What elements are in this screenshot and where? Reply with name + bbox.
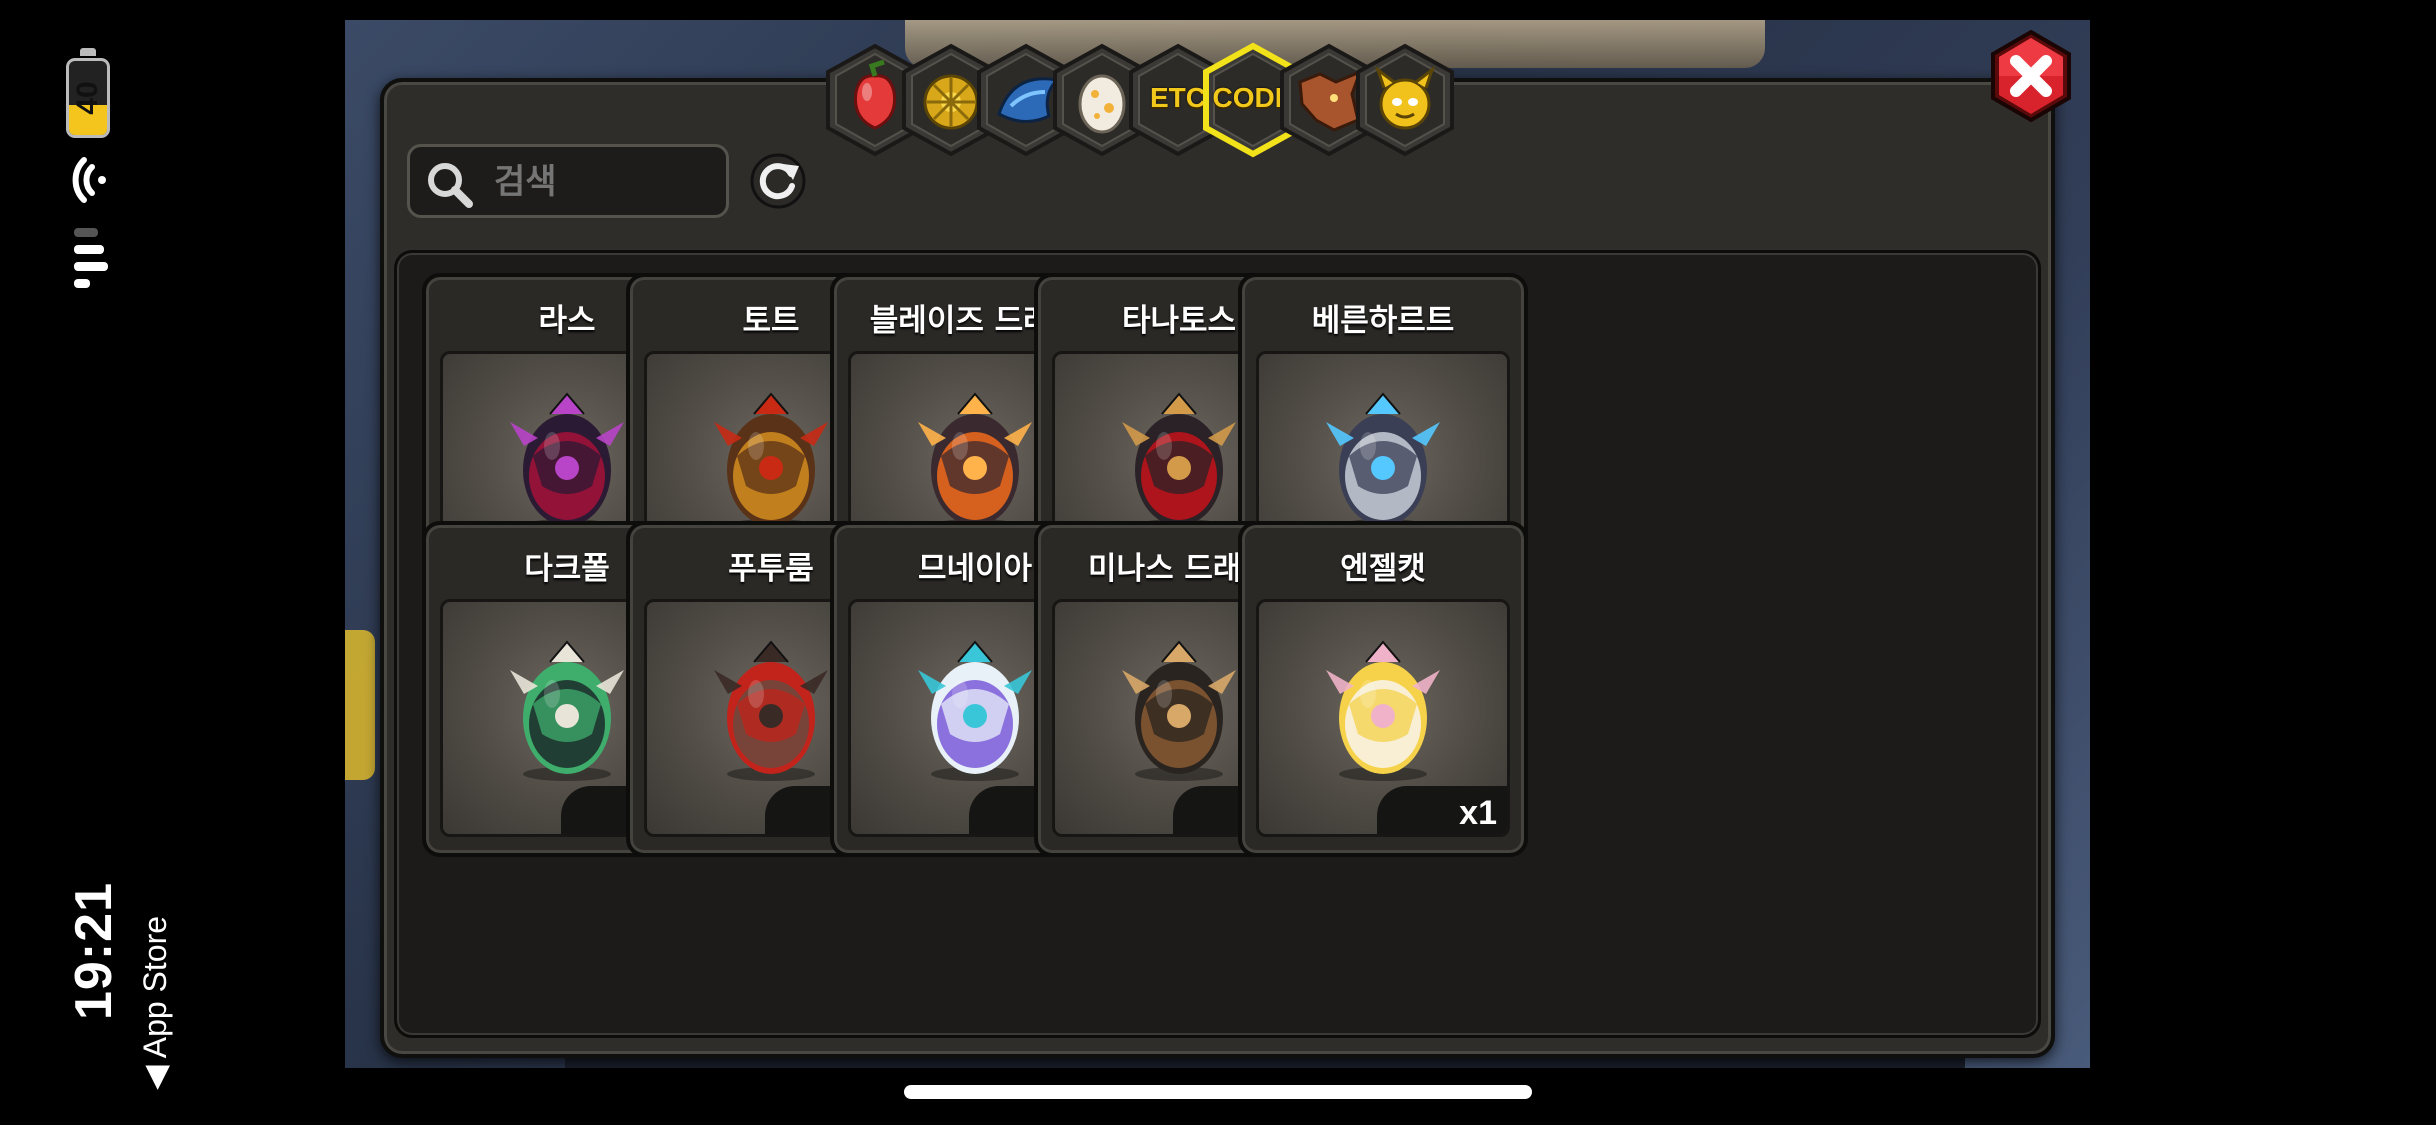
bernhardt-egg-icon — [1326, 392, 1440, 533]
home-indicator — [904, 1085, 1532, 1099]
darkfall-egg-icon — [510, 640, 624, 781]
status-time: 19:21 — [65, 882, 123, 1020]
blaze-dragon-egg-icon — [918, 392, 1032, 533]
item-name: 베른하르트 — [1311, 303, 1455, 339]
angelcat-egg-icon — [1326, 640, 1440, 781]
search-icon — [428, 163, 473, 208]
category-tab[interactable] — [1352, 42, 1458, 158]
item-count-badge: x1 — [1377, 786, 1507, 834]
search-box[interactable] — [407, 144, 729, 218]
horned-face-icon — [1375, 65, 1435, 130]
thanatos-egg-icon — [1122, 392, 1236, 533]
item-slot: x1 — [1256, 599, 1510, 837]
mneia-egg-icon — [918, 640, 1032, 781]
item-name: 엔젤캣 — [1340, 551, 1426, 587]
battery-percent: 40 — [71, 81, 104, 115]
back-to-app-store-link[interactable]: ◀ App Store — [136, 916, 174, 1090]
status-bar: 40 19:21 ◀ App Store — [0, 0, 180, 1125]
futurum-egg-icon — [714, 640, 828, 781]
minas-dragon-egg-icon — [1122, 640, 1236, 781]
item-grid: 라스x2토트x3블레이즈 드래곤x1타나토스x2베른하르트x1다크폴x2푸투룸x… — [394, 250, 2041, 1038]
battery-tip — [80, 48, 96, 56]
refresh-icon[interactable] — [747, 150, 809, 212]
ras-egg-icon — [510, 392, 624, 533]
background-side-button — [345, 630, 375, 780]
battery-icon: 40 — [66, 58, 110, 138]
close-button[interactable] — [1987, 28, 2075, 124]
cellular-signal-icon — [74, 228, 108, 288]
item-card[interactable]: 엔젤캣 x1 — [1238, 521, 1528, 857]
search-input[interactable] — [494, 157, 714, 207]
inventory-panel: 라스x2토트x3블레이즈 드래곤x1타나토스x2베른하르트x1다크폴x2푸투룸x… — [380, 78, 2055, 1058]
thoth-egg-icon — [714, 392, 828, 533]
wifi-icon — [72, 157, 106, 203]
game-view: 라스x2토트x3블레이즈 드래곤x1타나토스x2베른하르트x1다크폴x2푸투룸x… — [345, 20, 2090, 1068]
